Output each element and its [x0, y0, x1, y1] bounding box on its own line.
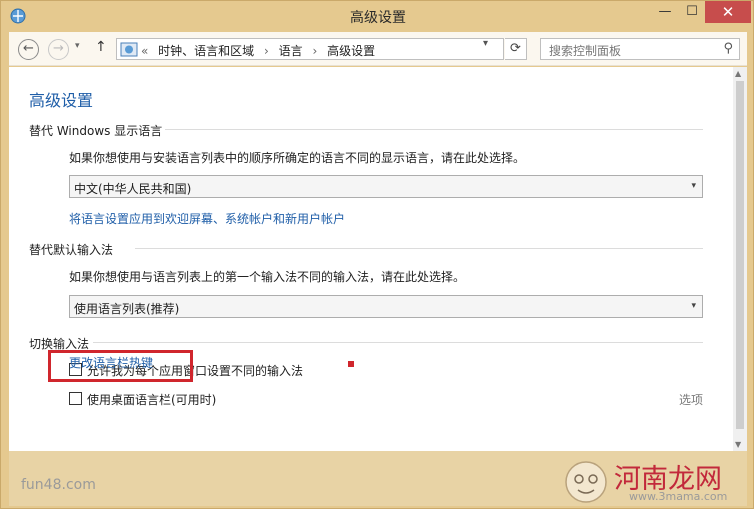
back-button[interactable]: ←	[18, 39, 39, 60]
section-heading-default-input-method: 替代默认输入法	[29, 243, 114, 257]
search-icon[interactable]: ⚲	[723, 41, 733, 56]
apply-to-welcome-screen-link[interactable]: 将语言设置应用到欢迎屏幕、系统帐户和新用户帐户	[69, 210, 345, 227]
forward-button[interactable]: →	[48, 39, 69, 60]
input-method-value: 使用语言列表(推荐)	[74, 302, 180, 316]
address-bar[interactable]: « 时钟、语言和区域 › 语言 › 高级设置	[116, 38, 504, 60]
up-button[interactable]: ↑	[95, 39, 107, 55]
breadcrumb-overflow[interactable]: «	[141, 44, 148, 58]
chevron-down-icon: ▾	[691, 181, 696, 191]
page-title: 高级设置	[29, 91, 94, 110]
search-input[interactable]: 搜索控制面板 ⚲	[540, 38, 740, 60]
control-panel-icon	[120, 42, 138, 57]
window-title: 高级设置	[350, 10, 406, 26]
navigation-toolbar: ← → ▾ ↑ « 时钟、语言和区域 › 语言 › 高级设置 ▾ ⟳ 搜索控制面…	[9, 32, 747, 66]
recent-locations-dropdown[interactable]: ▾	[75, 41, 80, 51]
brand-watermark: 河南龙网 www.3mama.com	[559, 457, 751, 507]
change-language-bar-hotkeys-link[interactable]: 更改语言栏热键	[69, 354, 153, 371]
section-heading-display-language: 替代 Windows 显示语言	[29, 124, 163, 138]
brand-watermark-url: www.3mama.com	[629, 490, 728, 503]
close-button[interactable]: ✕	[705, 1, 751, 23]
minimize-button[interactable]: —	[651, 1, 679, 23]
window-frame: 高级设置 — ☐ ✕ ← → ▾ ↑ « 时钟、语言和区域 › 语言 › 高级设…	[0, 0, 754, 509]
cartoon-face-icon	[565, 461, 607, 503]
refresh-button[interactable]: ⟳	[505, 38, 527, 60]
breadcrumb: « 时钟、语言和区域 › 语言 › 高级设置	[141, 42, 381, 59]
annotation-marker	[348, 361, 354, 367]
breadcrumb-advanced-settings[interactable]: 高级设置	[327, 44, 375, 58]
input-method-description: 如果你想使用与语言列表上的第一个输入法不同的输入法，请在此处选择。	[69, 270, 466, 284]
input-method-select[interactable]: 使用语言列表(推荐) ▾	[69, 295, 703, 318]
scroll-up-icon[interactable]: ▲	[735, 69, 741, 78]
breadcrumb-language[interactable]: 语言	[279, 44, 303, 58]
breadcrumb-clock-language-region[interactable]: 时钟、语言和区域	[158, 44, 254, 58]
section-divider	[93, 342, 703, 343]
desktop-language-bar-label[interactable]: 使用桌面语言栏(可用时)	[87, 391, 216, 408]
site-watermark: fun48.com	[21, 477, 96, 493]
breadcrumb-separator: ›	[264, 44, 269, 58]
desktop-language-bar-checkbox[interactable]	[69, 392, 82, 405]
maximize-button[interactable]: ☐	[679, 1, 705, 23]
chevron-down-icon: ▾	[691, 301, 696, 311]
search-placeholder: 搜索控制面板	[549, 44, 622, 58]
address-dropdown[interactable]: ▾	[483, 38, 488, 49]
display-language-select[interactable]: 中文(中华人民共和国) ▾	[69, 175, 703, 198]
vertical-scrollbar[interactable]: ▲ ▼	[733, 67, 747, 451]
scroll-thumb[interactable]	[736, 81, 744, 429]
display-language-description: 如果你想使用与安装语言列表中的顺序所确定的语言不同的显示语言，请在此处选择。	[69, 151, 526, 165]
section-divider	[165, 129, 703, 130]
section-divider	[135, 248, 703, 249]
breadcrumb-separator: ›	[312, 44, 318, 58]
display-language-value: 中文(中华人民共和国)	[74, 182, 192, 196]
language-bar-options-link[interactable]: 选项	[679, 391, 703, 408]
settings-content: 高级设置 替代 Windows 显示语言 如果你想使用与安装语言列表中的顺序所确…	[9, 67, 733, 451]
scroll-down-icon[interactable]: ▼	[735, 440, 741, 449]
title-bar: 高级设置 — ☐ ✕	[1, 1, 754, 31]
